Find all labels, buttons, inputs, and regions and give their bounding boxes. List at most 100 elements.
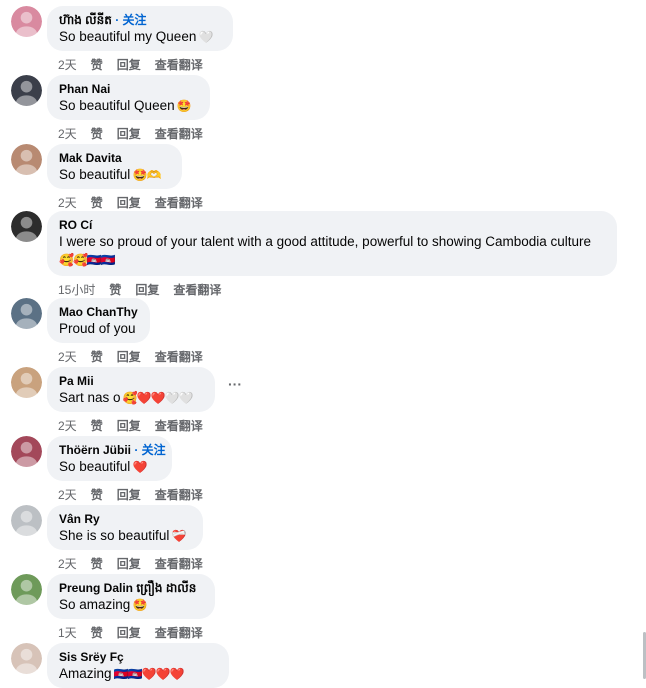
emoji-group: ❤️‍🩹 [169,529,187,543]
author-name-link[interactable]: Mak Davita [59,151,122,165]
comment-bubble: Sis Srëy Fç Amazing 🇰🇭🇰🇭❤️❤️❤️ [47,643,229,688]
comment-bubble: Pa Mii Sart nas o 🥰❤️❤️🤍🤍 [47,367,215,412]
like-button[interactable]: 赞 [91,350,103,364]
comment-author: Preung Dalin ព្រឿង ដាលីន [59,581,203,596]
comment-timestamp[interactable]: 2天 [58,488,77,502]
comment-text: She is so beautiful ❤️‍🩹 [59,527,191,545]
comment-timestamp[interactable]: 1天 [58,626,77,640]
translate-button[interactable]: 查看翻译 [155,626,203,640]
avatar[interactable] [11,6,42,37]
comment-body: So beautiful Queen [59,98,175,113]
comment-text: I were so proud of your talent with a go… [59,233,605,269]
comment-actions: 2天赞回复 查看翻译 [58,196,217,210]
follow-button[interactable]: · 关注 [131,443,165,457]
comment-actions: 15小时赞回复 查看翻译 [58,283,235,297]
like-button[interactable]: 赞 [91,626,103,640]
author-name-link[interactable]: Sis Srëy Fç [59,650,124,664]
translate-button[interactable]: 查看翻译 [155,350,203,364]
reply-button[interactable]: 回复 [135,283,159,297]
like-button[interactable]: 赞 [109,283,121,297]
emoji-group: ❤️ [130,460,148,474]
like-button[interactable]: 赞 [91,419,103,433]
avatar[interactable] [11,643,42,674]
author-name-link[interactable]: RO Cí [59,218,92,232]
emoji-group: 🥰🥰🇰🇭🇰🇭 [59,253,116,267]
comment-bubble: Mao ChanThy Proud of you [47,298,150,343]
emoji-group: 🤩 [174,99,192,113]
reply-button[interactable]: 回复 [117,626,141,640]
author-name-link[interactable]: Pa Mii [59,374,94,388]
comment-text: So beautiful my Queen 🤍 [59,28,221,46]
comment-actions: 2天赞回复 查看翻译 [58,557,217,571]
comment-author: Pa Mii [59,374,203,389]
comment-timestamp[interactable]: 2天 [58,419,77,433]
comment-bubble: Phan Nai So beautiful Queen 🤩 [47,75,210,120]
comment-timestamp[interactable]: 2天 [58,196,77,210]
reply-button[interactable]: 回复 [117,557,141,571]
comment-timestamp[interactable]: 2天 [58,58,77,72]
comment-text: Amazing 🇰🇭🇰🇭❤️❤️❤️ [59,665,217,683]
comment-body: Sart nas o [59,390,121,405]
avatar[interactable] [11,436,42,467]
avatar[interactable] [11,211,42,242]
translate-button[interactable]: 查看翻译 [155,488,203,502]
comment-body: Proud of you [59,321,136,336]
comment-bubble: Thöërn Jübii · 关注 So beautiful ❤️ [47,436,172,481]
translate-button[interactable]: 查看翻译 [155,58,203,72]
comment-text: So beautiful Queen 🤩 [59,97,198,115]
avatar[interactable] [11,75,42,106]
comment-list: ហ៊ាង លីនីត · 关注 So beautiful my Queen 🤍 2天… [0,0,646,688]
like-button[interactable]: 赞 [91,488,103,502]
follow-button[interactable]: · 关注 [112,13,146,27]
avatar[interactable] [11,367,42,398]
reply-button[interactable]: 回复 [117,488,141,502]
comment-actions: 2天赞回复 查看翻译 [58,488,217,502]
comment-timestamp[interactable]: 15小时 [58,283,95,297]
comment-text: So amazing 🤩 [59,596,203,614]
reply-button[interactable]: 回复 [117,196,141,210]
emoji-group: 🤍 [196,30,214,44]
comment-actions: 2天赞回复 查看翻译 [58,58,217,72]
more-options-icon[interactable]: ··· [226,377,244,397]
comment-author: Phan Nai [59,82,198,97]
author-name-link[interactable]: Mao ChanThy [59,305,138,319]
reply-button[interactable]: 回复 [117,127,141,141]
comment-timestamp[interactable]: 2天 [58,557,77,571]
translate-button[interactable]: 查看翻译 [155,419,203,433]
avatar[interactable] [11,144,42,175]
comment-author: Sis Srëy Fç [59,650,217,665]
comment-timestamp[interactable]: 2天 [58,350,77,364]
emoji-group: 🥰❤️❤️🤍🤍 [120,391,194,405]
comment-bubble: Mak Davita So beautiful 🤩🫶 [47,144,182,189]
comment-bubble: ហ៊ាង លីនីត · 关注 So beautiful my Queen 🤍 [47,6,233,51]
comment-text: So beautiful 🤩🫶 [59,166,170,184]
author-name-link[interactable]: ហ៊ាង លីនីត [59,13,112,27]
avatar[interactable] [11,505,42,536]
like-button[interactable]: 赞 [91,127,103,141]
avatar[interactable] [11,574,42,605]
comment-actions: 1天赞回复 查看翻译 [58,626,217,640]
translate-button[interactable]: 查看翻译 [155,196,203,210]
comment-body: I were so proud of your talent with a go… [59,234,592,249]
reply-button[interactable]: 回复 [117,350,141,364]
author-name-link[interactable]: Vân Ry [59,512,100,526]
reply-button[interactable]: 回复 [117,58,141,72]
translate-button[interactable]: 查看翻译 [155,557,203,571]
author-name-link[interactable]: Preung Dalin ព្រឿង ដាលីន [59,581,196,595]
translate-button[interactable]: 查看翻译 [173,283,221,297]
comment-timestamp[interactable]: 2天 [58,127,77,141]
comment-bubble: RO Cí I were so proud of your talent with… [47,211,617,276]
author-name-link[interactable]: Thöërn Jübii [59,443,131,457]
translate-button[interactable]: 查看翻译 [155,127,203,141]
like-button[interactable]: 赞 [91,58,103,72]
comment-body: So amazing [59,597,131,612]
reply-button[interactable]: 回复 [117,419,141,433]
comment-text: Sart nas o 🥰❤️❤️🤍🤍 [59,389,203,407]
comment-bubble: Vân Ry She is so beautiful ❤️‍🩹 [47,505,203,550]
like-button[interactable]: 赞 [91,557,103,571]
like-button[interactable]: 赞 [91,196,103,210]
comment-author: Vân Ry [59,512,191,527]
comment-author: ហ៊ាង លីនីត · 关注 [59,13,221,28]
avatar[interactable] [11,298,42,329]
author-name-link[interactable]: Phan Nai [59,82,110,96]
